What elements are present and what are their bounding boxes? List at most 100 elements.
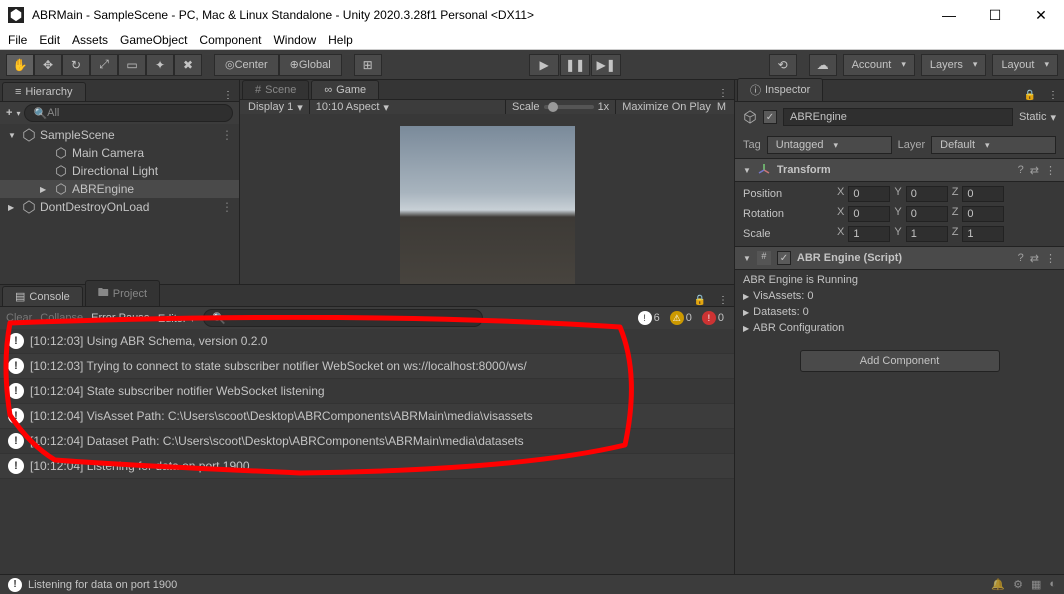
- menu-edit[interactable]: Edit: [39, 33, 60, 47]
- abrengine-header[interactable]: ▼ # ✓ ABR Engine (Script) ?⇄⋮: [735, 246, 1064, 270]
- rect-tool[interactable]: ▭: [118, 54, 146, 76]
- menu-icon[interactable]: ⋮: [1045, 164, 1056, 177]
- scale-tool[interactable]: ⤢: [90, 54, 118, 76]
- lock-icon[interactable]: 🔒: [1018, 90, 1042, 101]
- visassets-row[interactable]: ▶ VisAssets: 0: [735, 288, 1064, 304]
- aspect-dropdown[interactable]: 10:10 Aspect ▾: [316, 101, 389, 114]
- game-tab[interactable]: ∞ Game: [311, 80, 379, 99]
- status-icon[interactable]: ⚙: [1013, 578, 1023, 591]
- transform-tool[interactable]: ✦: [146, 54, 174, 76]
- scale-y-field[interactable]: 1: [906, 226, 948, 242]
- panel-menu-icon[interactable]: ⋮: [712, 295, 734, 306]
- menu-window[interactable]: Window: [273, 33, 316, 47]
- hierarchy-tab[interactable]: ≡ Hierarchy: [2, 82, 86, 101]
- hand-tool[interactable]: ✋: [6, 54, 34, 76]
- panel-menu-icon[interactable]: ⋮: [1042, 90, 1064, 101]
- close-button[interactable]: ✕: [1018, 0, 1064, 30]
- console-entry[interactable]: ![10:12:03] Trying to connect to state s…: [0, 354, 734, 379]
- mute-audio[interactable]: M: [717, 101, 726, 113]
- hierarchy-item[interactable]: Main Camera: [0, 144, 239, 162]
- hierarchy-item[interactable]: ▶ABREngine: [0, 180, 239, 198]
- position-z-field[interactable]: 0: [962, 186, 1004, 202]
- cloud-button[interactable]: ☁: [809, 54, 837, 76]
- console-entry[interactable]: ![10:12:04] Dataset Path: C:\Users\scoot…: [0, 429, 734, 454]
- scale-slider[interactable]: Scale 1x: [512, 101, 609, 113]
- lock-icon[interactable]: 🔒: [688, 295, 712, 306]
- datasets-row[interactable]: ▶ Datasets: 0: [735, 304, 1064, 320]
- add-component-button[interactable]: Add Component: [800, 350, 1000, 372]
- rotation-x-field[interactable]: 0: [848, 206, 890, 222]
- console-entry[interactable]: ![10:12:04] State subscriber notifier We…: [0, 379, 734, 404]
- transform-header[interactable]: ▼ Transform ?⇄⋮: [735, 158, 1064, 182]
- rotate-tool[interactable]: ↻: [62, 54, 90, 76]
- collapse-button[interactable]: Collapse: [40, 312, 83, 324]
- abrconfig-row[interactable]: ▶ ABR Configuration: [735, 320, 1064, 336]
- console-entry[interactable]: ![10:12:04] VisAsset Path: C:\Users\scoo…: [0, 404, 734, 429]
- console-search-input[interactable]: 🔍: [203, 309, 483, 327]
- account-dropdown[interactable]: Account: [843, 54, 915, 76]
- menu-component[interactable]: Component: [199, 33, 261, 47]
- console-tab[interactable]: ▤ Console: [2, 286, 83, 306]
- hierarchy-item[interactable]: ▶DontDestroyOnLoad⋮: [0, 198, 239, 216]
- menu-file[interactable]: File: [8, 33, 27, 47]
- game-render: [400, 126, 575, 301]
- rotation-z-field[interactable]: 0: [962, 206, 1004, 222]
- pause-button[interactable]: ❚❚: [560, 54, 590, 76]
- preset-icon[interactable]: ⇄: [1030, 164, 1039, 177]
- display-dropdown[interactable]: Display 1 ▾: [248, 101, 303, 114]
- step-button[interactable]: ▶❚: [591, 54, 621, 76]
- status-icon[interactable]: 🔔: [991, 578, 1005, 591]
- layers-dropdown[interactable]: Layers: [921, 54, 987, 76]
- layout-dropdown[interactable]: Layout: [992, 54, 1058, 76]
- menu-assets[interactable]: Assets: [72, 33, 108, 47]
- info-counter[interactable]: !6: [634, 311, 664, 325]
- maximize-button[interactable]: ☐: [972, 0, 1018, 30]
- scale-z-field[interactable]: 1: [962, 226, 1004, 242]
- create-dropdown[interactable]: +: [6, 107, 12, 119]
- warn-counter[interactable]: ⚠0: [666, 311, 696, 325]
- position-y-field[interactable]: 0: [906, 186, 948, 202]
- minimize-button[interactable]: —: [926, 0, 972, 30]
- pivot-mode-button[interactable]: ◎Center: [214, 54, 279, 76]
- static-checkbox[interactable]: Static ▾: [1019, 111, 1056, 124]
- panel-menu-icon[interactable]: ⋮: [712, 88, 734, 99]
- layer-dropdown[interactable]: Default: [931, 136, 1056, 154]
- error-pause-button[interactable]: Error Pause: [91, 312, 150, 324]
- tag-dropdown[interactable]: Untagged: [767, 136, 892, 154]
- move-tool[interactable]: ✥: [34, 54, 62, 76]
- console-entry[interactable]: ![10:12:03] Using ABR Schema, version 0.…: [0, 329, 734, 354]
- scene-tab[interactable]: # Scene: [242, 80, 309, 99]
- status-icon[interactable]: ▦: [1031, 578, 1041, 591]
- scale-x-field[interactable]: 1: [848, 226, 890, 242]
- collab-button[interactable]: ⟲: [769, 54, 797, 76]
- clear-button[interactable]: Clear: [6, 312, 32, 324]
- maximize-on-play[interactable]: Maximize On Play: [622, 101, 711, 113]
- help-icon[interactable]: ?: [1018, 164, 1024, 177]
- error-counter[interactable]: !0: [698, 311, 728, 325]
- menu-help[interactable]: Help: [328, 33, 353, 47]
- custom-tool[interactable]: ✖: [174, 54, 202, 76]
- hierarchy-item[interactable]: Directional Light: [0, 162, 239, 180]
- menu-gameobject[interactable]: GameObject: [120, 33, 187, 47]
- inspector-tab[interactable]: ⓘ Inspector: [737, 78, 823, 101]
- editor-dropdown[interactable]: Editor ▾: [158, 312, 195, 325]
- snap-button[interactable]: ⊞: [354, 54, 382, 76]
- console-entry[interactable]: ![10:12:04] Listening for data on port 1…: [0, 454, 734, 479]
- active-checkbox[interactable]: ✓: [763, 110, 777, 124]
- help-icon[interactable]: ?: [1018, 252, 1024, 265]
- hierarchy-search-input[interactable]: 🔍 All: [24, 104, 233, 122]
- project-tab[interactable]: 🖿 Project: [85, 280, 160, 306]
- component-enabled-checkbox[interactable]: ✓: [777, 251, 791, 265]
- menu-icon[interactable]: ⋮: [1045, 252, 1056, 265]
- play-button[interactable]: ▶: [529, 54, 559, 76]
- position-x-field[interactable]: 0: [848, 186, 890, 202]
- status-icon[interactable]: ◐: [1049, 578, 1056, 591]
- gameobject-name-field[interactable]: ABREngine: [783, 108, 1013, 126]
- rotation-y-field[interactable]: 0: [906, 206, 948, 222]
- panel-menu-icon[interactable]: ⋮: [217, 90, 239, 101]
- hierarchy-item[interactable]: ▼SampleScene⋮: [0, 126, 239, 144]
- cube-icon: [22, 128, 36, 142]
- game-viewport[interactable]: [240, 114, 734, 301]
- pivot-rotation-button[interactable]: ⊕Global: [279, 54, 342, 76]
- preset-icon[interactable]: ⇄: [1030, 252, 1039, 265]
